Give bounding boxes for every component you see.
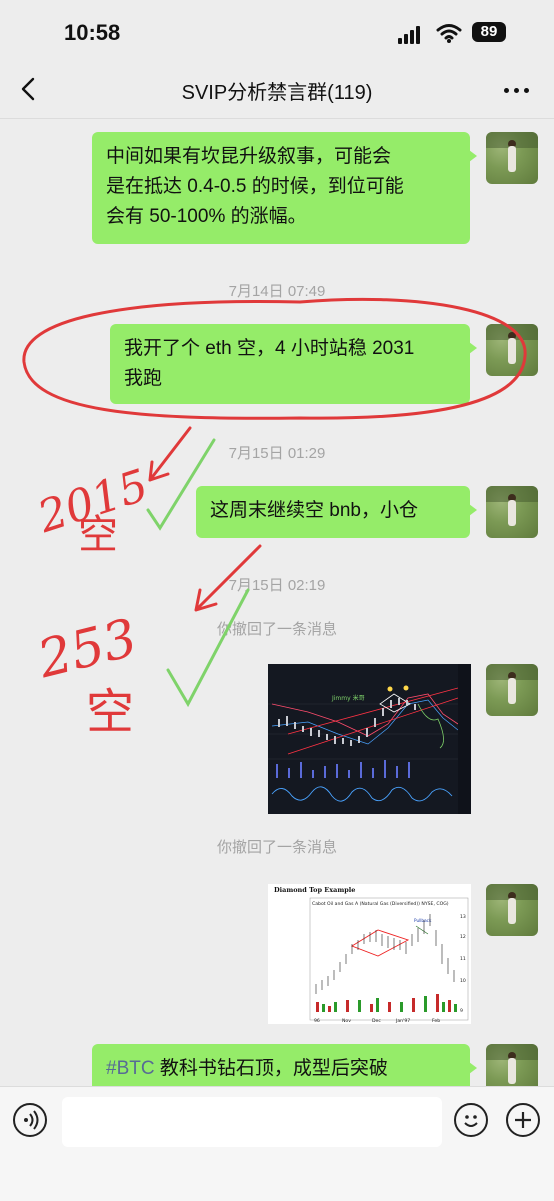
wifi-icon: [436, 24, 462, 43]
chart-image-message[interactable]: Diamond Top Example Cabot Oil and Gas A …: [268, 884, 471, 1024]
more-options-icon[interactable]: [502, 78, 532, 102]
x-tick-label: Dec: [372, 1018, 381, 1024]
chart-image-message[interactable]: Jimmy 米哥: [268, 664, 471, 814]
input-bar: [0, 1086, 554, 1201]
y-tick-label: 10: [460, 978, 466, 984]
message-text: 这周末继续空 bnb，小仓: [210, 500, 418, 521]
chat-header: SVIP分析禁言群(119): [0, 62, 554, 119]
avatar[interactable]: [486, 132, 538, 184]
timestamp: 7月14日 07:49: [228, 283, 326, 300]
chart-caption: Jimmy 米哥: [331, 694, 365, 702]
cellular-signal-icon: [398, 26, 424, 44]
message-bubble[interactable]: 中间如果有坎昆升级叙事，可能会 是在抵达 0.4-0.5 的时候，到位可能 会有…: [92, 132, 477, 244]
y-tick-label: 12: [460, 934, 466, 940]
timestamp: 7月15日 02:19: [228, 577, 326, 594]
message-text: 中间如果有坎昆升级叙事，可能会: [106, 146, 392, 167]
thumbnail-callout: Pullback: [414, 918, 432, 923]
message-text: 教科书钻石顶，成型后突破: [154, 1058, 388, 1079]
green-check-annotation: [166, 588, 250, 708]
message-input[interactable]: [62, 1097, 442, 1147]
message-text: 会有 50-100% 的涨幅。: [106, 206, 307, 227]
avatar[interactable]: [486, 486, 538, 538]
status-bar: 10:58 89: [0, 0, 554, 62]
message-bubble[interactable]: 这周末继续空 bnb，小仓: [196, 486, 477, 538]
add-attachment-icon[interactable]: [506, 1103, 540, 1137]
handwritten-char: 空: [86, 684, 134, 740]
hashtag-link[interactable]: #BTC: [106, 1058, 155, 1079]
thumbnail-subtitle: Cabot Oil and Gas A (Natural Gas (Divers…: [312, 901, 449, 907]
x-tick-label: Jan'97: [395, 1018, 410, 1024]
handwritten-number: 2015: [31, 460, 154, 543]
y-tick-label: 13: [460, 914, 466, 920]
avatar[interactable]: [486, 884, 538, 936]
y-tick-label: 9: [460, 1008, 463, 1014]
message-text: 我跑: [124, 368, 163, 389]
x-tick-label: Nov: [342, 1018, 351, 1024]
trading-chart-thumbnail: Jimmy 米哥: [268, 664, 471, 814]
message-text: 是在抵达 0.4-0.5 的时候，到位可能: [106, 176, 404, 197]
battery-indicator: 89: [472, 22, 506, 42]
timestamp: 7月15日 01:29: [228, 445, 326, 462]
y-tick-label: 11: [460, 956, 466, 962]
message-bubble[interactable]: 我开了个 eth 空，4 小时站稳 2031 我跑: [110, 324, 477, 404]
chat-title: SVIP分析禁言群(119): [181, 82, 373, 104]
x-tick-label: 96: [314, 1018, 320, 1024]
avatar[interactable]: [486, 664, 538, 716]
avatar[interactable]: [486, 324, 538, 376]
recall-notice: 你撤回了一条消息: [216, 621, 337, 638]
avatar[interactable]: [486, 1044, 538, 1086]
thumbnail-title: Diamond Top Example: [274, 886, 355, 894]
message-bubble[interactable]: #BTC 教科书钻石顶，成型后突破: [92, 1044, 477, 1086]
status-time: 10:58: [64, 20, 121, 45]
recall-notice: 你撤回了一条消息: [216, 839, 337, 856]
message-text: 我开了个 eth 空，4 小时站稳 2031: [124, 338, 415, 359]
x-tick-label: Feb: [432, 1018, 440, 1024]
diamond-top-thumbnail: Diamond Top Example Cabot Oil and Gas A …: [268, 884, 471, 1024]
emoji-icon[interactable]: [454, 1103, 488, 1137]
voice-input-icon[interactable]: [13, 1103, 47, 1137]
handwritten-char: 空: [78, 512, 118, 558]
